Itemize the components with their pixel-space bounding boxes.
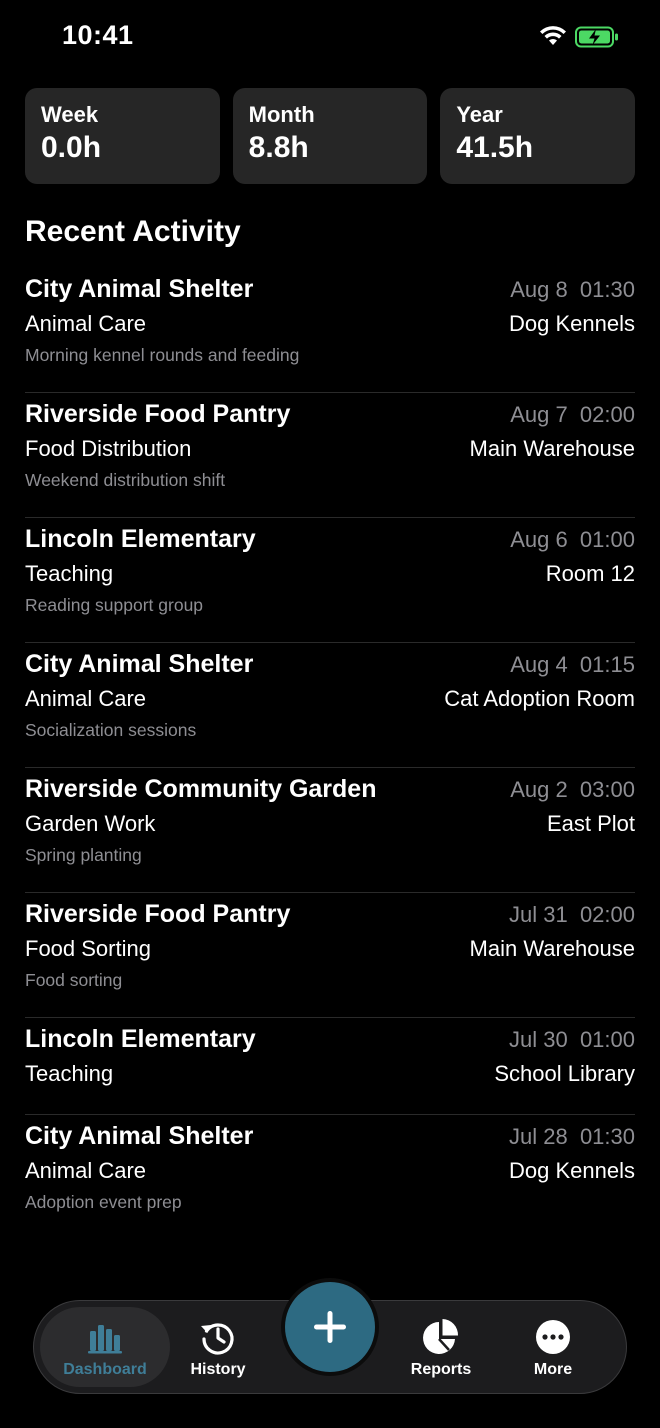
activity-row[interactable]: Lincoln Elementary Jul 30 01:00 Teaching…	[25, 1018, 635, 1115]
add-entry-button-face	[285, 1282, 375, 1372]
activity-date-duration: Aug 7 02:00	[510, 402, 635, 427]
activity-organization: Riverside Community Garden	[25, 775, 377, 803]
activity-location: Dog Kennels	[509, 311, 635, 336]
activity-category: Food Sorting	[25, 936, 151, 961]
stats-row: Week 0.0h Month 8.8h Year 41.5h	[25, 88, 636, 184]
activity-date-duration: Jul 31 02:00	[509, 902, 635, 927]
stat-value: 0.0h	[41, 131, 102, 164]
activity-location: Cat Adoption Room	[444, 686, 635, 711]
wifi-icon	[540, 26, 566, 45]
more-ellipsis-icon	[536, 1320, 570, 1354]
stat-value: 41.5h	[456, 131, 534, 164]
activity-category: Food Distribution	[25, 436, 192, 461]
stat-label: Week	[41, 102, 99, 127]
activity-row[interactable]: City Animal Shelter Aug 8 01:30 Animal C…	[25, 268, 635, 393]
stat-card-month: Month 8.8h	[232, 88, 428, 184]
pie-chart-icon	[423, 1319, 459, 1354]
battery-charging-icon	[575, 26, 618, 48]
activity-category: Teaching	[25, 1061, 114, 1086]
activity-category: Garden Work	[25, 811, 156, 836]
activity-notes: Spring planting	[25, 845, 142, 865]
stat-card-week: Week 0.0h	[25, 88, 220, 184]
activity-organization: Lincoln Elementary	[25, 525, 256, 553]
activity-list: City Animal Shelter Aug 8 01:30 Animal C…	[25, 268, 635, 1240]
activity-category: Animal Care	[25, 686, 147, 711]
activity-date-duration: Jul 28 01:30	[509, 1124, 635, 1149]
activity-row[interactable]: Riverside Community Garden Aug 2 03:00 G…	[25, 768, 635, 893]
tab-label: Dashboard	[63, 1361, 147, 1378]
activity-location: Dog Kennels	[509, 1158, 635, 1183]
activity-location: Room 12	[545, 561, 635, 586]
activity-notes: Adoption event prep	[25, 1192, 182, 1212]
activity-row[interactable]: City Animal Shelter Jul 28 01:30 Animal …	[25, 1115, 635, 1240]
activity-row[interactable]: Lincoln Elementary Aug 6 01:00 Teaching …	[25, 518, 635, 643]
tab-label: Reports	[410, 1361, 472, 1378]
stat-label: Month	[248, 102, 315, 127]
activity-organization: City Animal Shelter	[25, 650, 254, 678]
stat-label: Year	[456, 102, 503, 127]
tab-history[interactable]: History	[153, 1307, 283, 1387]
activity-organization: Riverside Food Pantry	[25, 400, 291, 428]
activity-notes: Socialization sessions	[25, 720, 197, 740]
add-entry-button[interactable]	[281, 1278, 379, 1376]
activity-date-duration: Aug 4 01:15	[510, 652, 635, 677]
activity-notes: Reading support group	[25, 595, 204, 615]
activity-location: Main Warehouse	[469, 436, 635, 461]
tab-label: More	[533, 1361, 573, 1378]
status-bar: 10:41	[0, 0, 660, 76]
stat-value: 8.8h	[248, 131, 309, 164]
activity-category: Animal Care	[25, 1158, 147, 1183]
activity-organization: Lincoln Elementary	[25, 1025, 256, 1053]
tab-label: History	[190, 1361, 246, 1378]
activity-notes: Food sorting	[25, 970, 123, 990]
bar-chart-icon	[88, 1325, 122, 1354]
activity-row[interactable]: Riverside Food Pantry Jul 31 02:00 Food …	[25, 893, 635, 1018]
activity-notes: Morning kennel rounds and feeding	[25, 345, 300, 365]
activity-row[interactable]: City Animal Shelter Aug 4 01:15 Animal C…	[25, 643, 635, 768]
activity-location: Main Warehouse	[469, 936, 635, 961]
activity-date-duration: Aug 8 01:30	[510, 277, 635, 302]
activity-category: Teaching	[25, 561, 114, 586]
activity-organization: City Animal Shelter	[25, 1122, 254, 1150]
activity-notes: Weekend distribution shift	[25, 470, 226, 490]
activity-organization: City Animal Shelter	[25, 275, 254, 303]
activity-row[interactable]: Riverside Food Pantry Aug 7 02:00 Food D…	[25, 393, 635, 518]
activity-date-duration: Aug 6 01:00	[510, 527, 635, 552]
activity-date-duration: Jul 30 01:00	[509, 1027, 635, 1052]
activity-category: Animal Care	[25, 311, 147, 336]
status-time: 10:41	[62, 20, 134, 50]
plus-icon	[314, 1311, 346, 1343]
tab-more[interactable]: More	[488, 1307, 618, 1387]
activity-location: School Library	[494, 1061, 635, 1086]
history-clock-icon	[201, 1323, 234, 1355]
tab-reports[interactable]: Reports	[376, 1307, 506, 1387]
stat-card-year: Year 41.5h	[440, 88, 636, 184]
tab-dashboard[interactable]: Dashboard	[40, 1307, 170, 1387]
recent-activity-title: Recent Activity	[25, 215, 241, 248]
activity-date-duration: Aug 2 03:00	[510, 777, 635, 802]
activity-location: East Plot	[546, 811, 635, 836]
activity-organization: Riverside Food Pantry	[25, 900, 291, 928]
